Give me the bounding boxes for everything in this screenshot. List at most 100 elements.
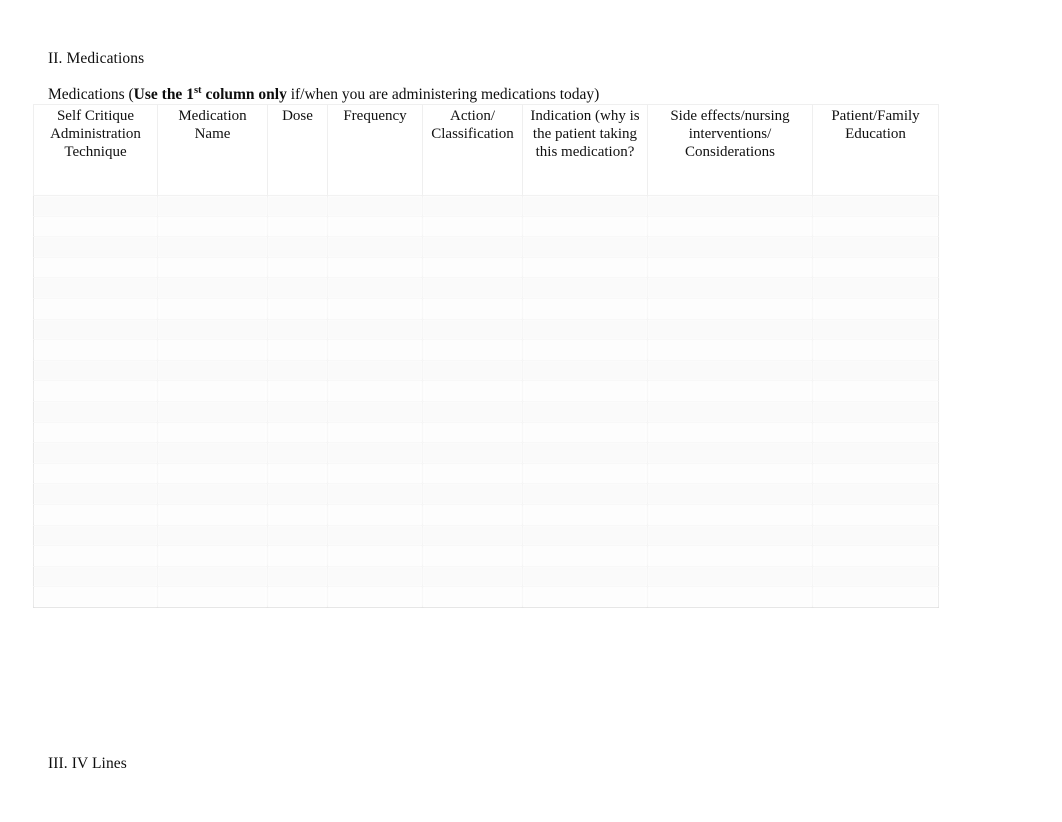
table-cell[interactable]	[647, 318, 813, 341]
table-cell[interactable]	[33, 256, 158, 279]
table-cell[interactable]	[812, 297, 939, 320]
table-cell[interactable]	[157, 421, 268, 444]
table-cell[interactable]	[327, 318, 423, 341]
table-cell[interactable]	[267, 359, 328, 382]
table-cell[interactable]	[647, 421, 813, 444]
table-cell[interactable]	[33, 524, 158, 547]
table-cell[interactable]	[157, 524, 268, 547]
table-cell[interactable]	[647, 545, 813, 567]
table-cell[interactable]	[647, 380, 813, 402]
table-cell[interactable]	[33, 442, 158, 464]
table-cell[interactable]	[327, 586, 423, 608]
table-cell[interactable]	[522, 236, 648, 258]
table-cell[interactable]	[267, 483, 328, 505]
table-cell[interactable]	[812, 421, 939, 444]
table-cell[interactable]	[422, 586, 523, 608]
table-cell[interactable]	[812, 277, 939, 299]
table-cell[interactable]	[267, 462, 328, 485]
table-cell[interactable]	[327, 297, 423, 320]
table-cell[interactable]	[157, 442, 268, 464]
table-cell[interactable]	[267, 524, 328, 547]
table-cell[interactable]	[33, 339, 158, 361]
table-cell[interactable]	[157, 359, 268, 382]
table-cell[interactable]	[812, 503, 939, 526]
table-cell[interactable]	[157, 339, 268, 361]
table-cell[interactable]	[522, 215, 648, 238]
table-cell[interactable]	[812, 586, 939, 608]
table-cell[interactable]	[647, 462, 813, 485]
table-cell[interactable]	[812, 565, 939, 588]
table-cell[interactable]	[157, 503, 268, 526]
table-cell[interactable]	[422, 442, 523, 464]
table-cell[interactable]	[422, 524, 523, 547]
table-cell[interactable]	[812, 318, 939, 341]
table-cell[interactable]	[267, 565, 328, 588]
table-cell[interactable]	[522, 524, 648, 547]
table-cell[interactable]	[327, 359, 423, 382]
table-cell[interactable]	[327, 380, 423, 402]
table-cell[interactable]	[267, 195, 328, 217]
table-cell[interactable]	[647, 442, 813, 464]
table-cell[interactable]	[647, 565, 813, 588]
table-cell[interactable]	[157, 277, 268, 299]
table-cell[interactable]	[157, 195, 268, 217]
table-cell[interactable]	[327, 545, 423, 567]
table-cell[interactable]	[422, 400, 523, 423]
table-cell[interactable]	[33, 215, 158, 238]
table-cell[interactable]	[267, 236, 328, 258]
table-cell[interactable]	[33, 318, 158, 341]
table-cell[interactable]	[267, 256, 328, 279]
table-cell[interactable]	[327, 215, 423, 238]
table-cell[interactable]	[522, 565, 648, 588]
table-cell[interactable]	[327, 483, 423, 505]
table-cell[interactable]	[522, 462, 648, 485]
table-cell[interactable]	[267, 297, 328, 320]
table-cell[interactable]	[522, 380, 648, 402]
table-cell[interactable]	[812, 400, 939, 423]
table-cell[interactable]	[422, 483, 523, 505]
table-cell[interactable]	[157, 462, 268, 485]
table-cell[interactable]	[33, 503, 158, 526]
table-cell[interactable]	[327, 339, 423, 361]
table-cell[interactable]	[522, 442, 648, 464]
table-cell[interactable]	[522, 195, 648, 217]
table-cell[interactable]	[812, 256, 939, 279]
table-cell[interactable]	[267, 442, 328, 464]
table-cell[interactable]	[327, 195, 423, 217]
table-cell[interactable]	[647, 297, 813, 320]
table-cell[interactable]	[522, 421, 648, 444]
table-cell[interactable]	[647, 483, 813, 505]
table-cell[interactable]	[422, 256, 523, 279]
table-cell[interactable]	[422, 565, 523, 588]
table-cell[interactable]	[812, 195, 939, 217]
table-cell[interactable]	[157, 400, 268, 423]
table-cell[interactable]	[812, 359, 939, 382]
table-cell[interactable]	[157, 380, 268, 402]
table-cell[interactable]	[33, 400, 158, 423]
table-cell[interactable]	[422, 545, 523, 567]
table-cell[interactable]	[522, 256, 648, 279]
table-cell[interactable]	[33, 359, 158, 382]
table-cell[interactable]	[522, 359, 648, 382]
table-cell[interactable]	[647, 256, 813, 279]
table-cell[interactable]	[157, 545, 268, 567]
table-cell[interactable]	[647, 195, 813, 217]
table-cell[interactable]	[812, 545, 939, 567]
table-cell[interactable]	[267, 380, 328, 402]
table-cell[interactable]	[267, 215, 328, 238]
table-cell[interactable]	[267, 421, 328, 444]
table-cell[interactable]	[327, 400, 423, 423]
table-cell[interactable]	[647, 503, 813, 526]
table-cell[interactable]	[522, 545, 648, 567]
table-cell[interactable]	[812, 339, 939, 361]
table-cell[interactable]	[522, 586, 648, 608]
table-cell[interactable]	[647, 586, 813, 608]
table-cell[interactable]	[157, 297, 268, 320]
table-cell[interactable]	[522, 318, 648, 341]
table-cell[interactable]	[812, 215, 939, 238]
table-cell[interactable]	[33, 297, 158, 320]
table-cell[interactable]	[522, 339, 648, 361]
table-cell[interactable]	[422, 380, 523, 402]
table-cell[interactable]	[812, 236, 939, 258]
table-cell[interactable]	[327, 421, 423, 444]
